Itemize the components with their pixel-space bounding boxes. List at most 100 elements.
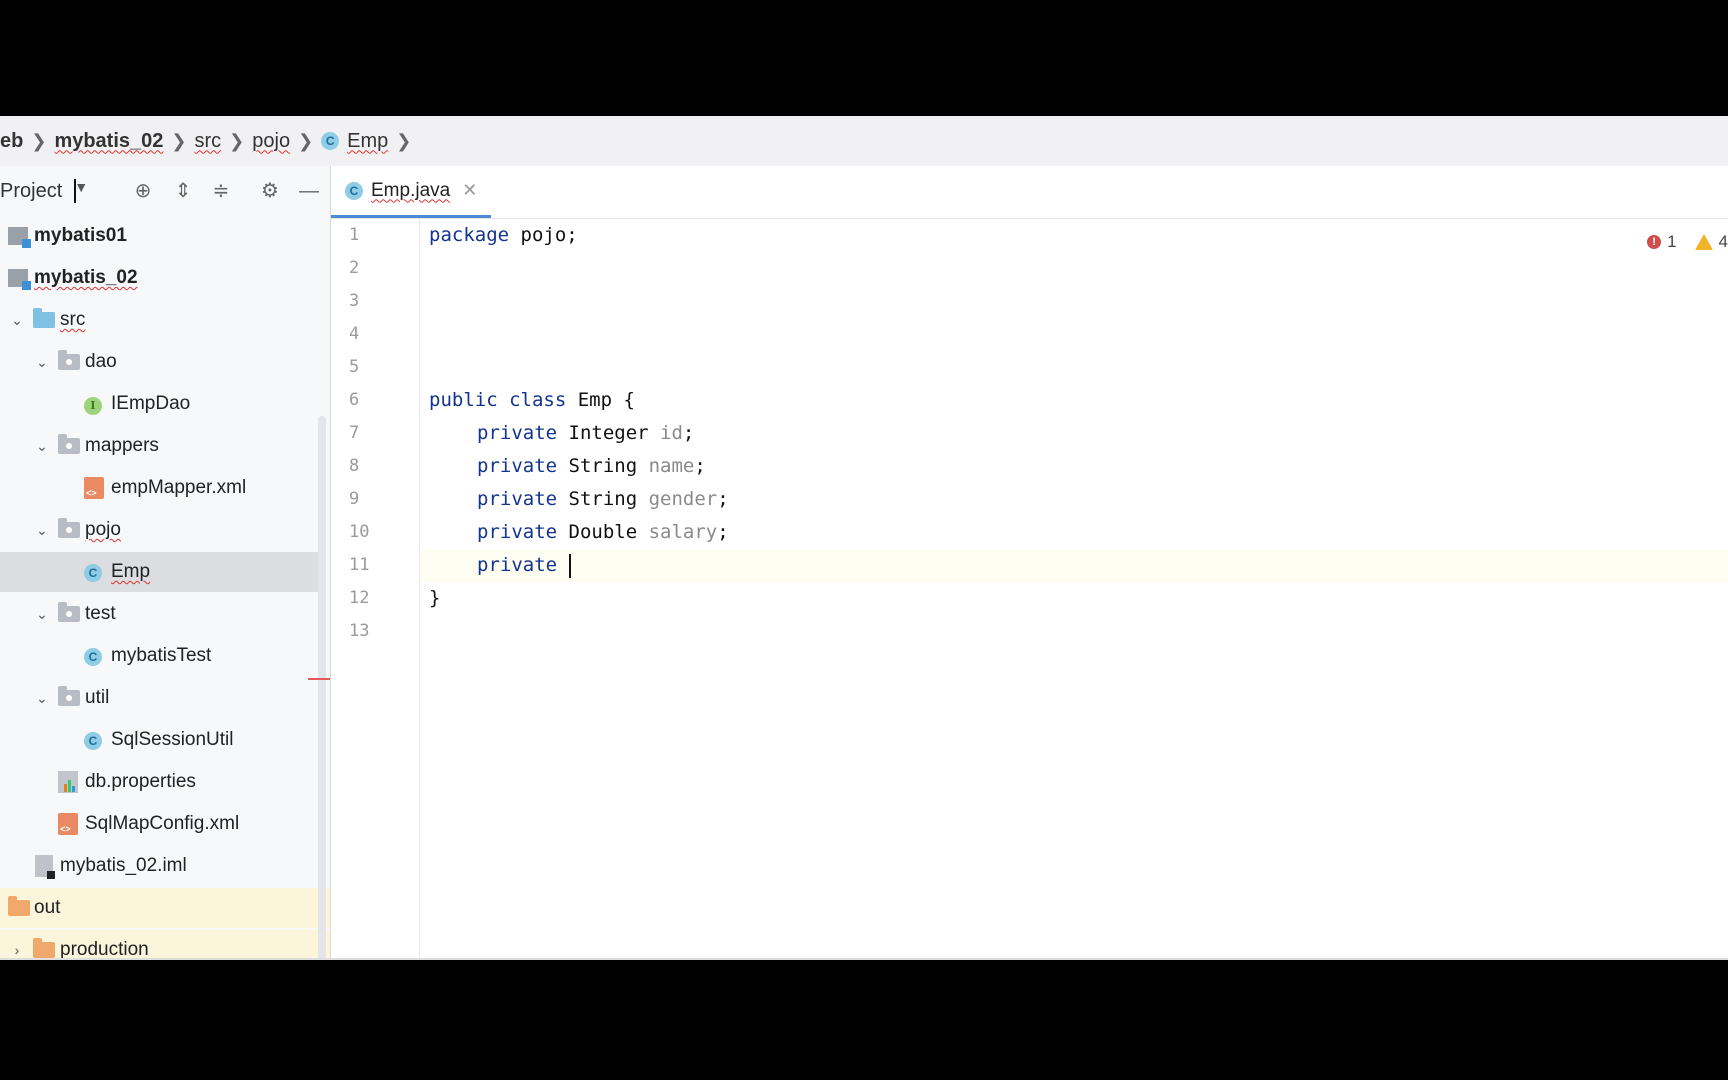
gear-icon[interactable]: ⚙ (257, 178, 283, 204)
chevron-down-icon[interactable]: ⌄ (35, 691, 49, 705)
code-line: package pojo; (429, 224, 578, 246)
excluded-folder-icon (33, 938, 55, 958)
code-line: private Double salary; (477, 521, 729, 543)
tree-item-src[interactable]: ⌄ src (0, 300, 330, 340)
tree-item-label: util (85, 687, 110, 708)
project-view-selector[interactable]: Project (0, 180, 62, 203)
tree-item-db-properties[interactable]: db.properties (0, 762, 330, 802)
tree-item-out[interactable]: out (0, 888, 330, 928)
iml-file-icon (35, 855, 55, 879)
tree-item-label: src (60, 309, 86, 330)
code-line: private Integer id; (477, 422, 695, 444)
tree-item-mybatistest[interactable]: C mybatisTest (0, 636, 330, 676)
inspection-widget[interactable]: ! 1 4 (1647, 232, 1728, 252)
tree-item-production[interactable]: › production (0, 930, 330, 960)
editor-pane: C Emp.java ✕ ! 1 4 1 2 3 4 5 6 7 8 9 10 … (331, 166, 1728, 960)
line-number: 2 (349, 258, 360, 278)
collapse-all-icon[interactable]: ≑ (208, 178, 234, 204)
code-line: private String gender; (477, 488, 729, 510)
code-line: } (429, 587, 441, 609)
tree-item-mybatis_02[interactable]: mybatis_02 (0, 258, 330, 298)
line-number: 7 (349, 423, 360, 443)
chevron-right-icon: ❯ (171, 130, 187, 151)
package-icon (58, 434, 80, 454)
chevron-right-icon: ❯ (229, 130, 245, 151)
tab-emp-java[interactable]: C Emp.java ✕ (331, 166, 492, 218)
tree-item-label: IEmpDao (111, 393, 191, 414)
close-icon[interactable]: ✕ (462, 180, 477, 201)
warning-count: 4 (1718, 232, 1728, 251)
minimize-icon[interactable]: — (296, 178, 322, 204)
tree-item-label: production (60, 939, 149, 960)
code-line: private String name; (477, 455, 706, 477)
code-line: private (477, 549, 571, 582)
chevron-down-icon[interactable]: ⌄ (35, 439, 49, 453)
class-icon: C (84, 645, 110, 667)
tree-item-label: mybatis_02 (34, 267, 138, 288)
line-number: 13 (349, 621, 370, 641)
tree-item-label: mappers (85, 435, 159, 456)
tree-item-test[interactable]: ⌄ test (0, 594, 330, 634)
line-number: 3 (349, 291, 360, 311)
package-icon (58, 350, 80, 370)
tree-item-empmapper-xml[interactable]: <> empMapper.xml (0, 468, 330, 508)
line-number: 4 (349, 324, 360, 344)
tree-item-label: empMapper.xml (111, 477, 247, 498)
xml-file-icon: <> (84, 477, 104, 499)
expand-all-icon[interactable]: ⇕ (170, 178, 196, 204)
tree-item-mybatis_02-iml[interactable]: mybatis_02.iml (0, 846, 330, 886)
line-number: 11 (349, 555, 370, 575)
package-icon (58, 686, 80, 706)
breadcrumb-item[interactable]: mybatis_02 (54, 130, 163, 153)
line-number-gutter: 1 2 3 4 5 6 7 8 9 10 11 12 13 (331, 219, 420, 960)
line-number: 9 (349, 489, 360, 509)
source-folder-icon (33, 308, 55, 328)
tree-item-util[interactable]: ⌄ util (0, 678, 330, 718)
breadcrumb: eb ❯ mybatis_02 ❯ src ❯ pojo ❯ C Emp ❯ (0, 116, 1728, 166)
project-panel-header: Project ▼ ⊕ ⇕ ≑ ⚙ — (0, 166, 330, 216)
current-line-highlight (421, 549, 1728, 582)
class-icon: C (345, 181, 363, 200)
chevron-right-icon[interactable]: › (10, 943, 24, 957)
tree-item-mappers[interactable]: ⌄ mappers (0, 426, 330, 466)
tree-item-label: SqlSessionUtil (111, 729, 234, 750)
line-number: 10 (349, 522, 370, 542)
class-icon: C (84, 729, 110, 751)
line-number: 12 (349, 588, 370, 608)
tree-item-label: test (85, 603, 116, 624)
tree-item-label: pojo (85, 519, 121, 540)
tree-item-label: mybatisTest (111, 645, 212, 666)
breadcrumb-item-emp[interactable]: C Emp (321, 130, 388, 153)
chevron-down-icon[interactable]: ⌄ (35, 523, 49, 537)
chevron-right-icon: ❯ (31, 130, 47, 151)
chevron-down-icon[interactable]: ⌄ (10, 313, 24, 327)
dropdown-arrow-icon[interactable]: ▼ (74, 179, 88, 203)
breadcrumb-item[interactable]: src (195, 130, 222, 153)
locate-icon[interactable]: ⊕ (130, 178, 156, 204)
breadcrumb-item[interactable]: eb (0, 130, 23, 153)
tree-scrollbar[interactable] (318, 416, 326, 960)
tree-item-sqlmapconfig-xml[interactable]: <> SqlMapConfig.xml (0, 804, 330, 844)
breadcrumb-item[interactable]: pojo (252, 130, 290, 153)
tree-item-label: mybatis_02.iml (60, 855, 187, 876)
error-count: 1 (1667, 232, 1677, 251)
tree-item-sqlsessionutil[interactable]: C SqlSessionUtil (0, 720, 330, 760)
tree-item-mybatis01[interactable]: mybatis01 (0, 216, 330, 256)
chevron-right-icon: ❯ (396, 130, 412, 151)
tree-item-label: dao (85, 351, 117, 372)
chevron-right-icon: ❯ (298, 130, 314, 151)
error-icon: ! (1647, 235, 1662, 249)
chevron-down-icon[interactable]: ⌄ (35, 355, 49, 369)
chevron-down-icon[interactable]: ⌄ (35, 607, 49, 621)
interface-icon: I (84, 393, 110, 415)
tree-item-label: out (34, 897, 61, 918)
window-bottom-border (0, 958, 1728, 960)
tree-item-dao[interactable]: ⌄ dao (0, 342, 330, 382)
tree-item-emp[interactable]: C Emp (0, 552, 322, 592)
line-number: 1 (349, 225, 360, 245)
tree-item-iempdao[interactable]: I IEmpDao (0, 384, 330, 424)
tree-item-label: SqlMapConfig.xml (85, 813, 240, 834)
tab-label: Emp.java (371, 179, 451, 201)
package-icon (58, 518, 80, 538)
tree-item-pojo[interactable]: ⌄ pojo (0, 510, 330, 550)
